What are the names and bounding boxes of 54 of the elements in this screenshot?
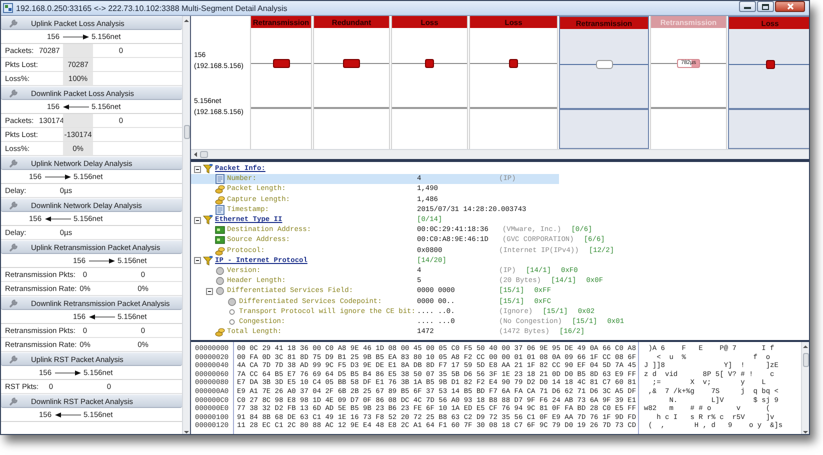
card-icon — [215, 225, 225, 236]
event-marker[interactable] — [272, 59, 290, 68]
wrench-icon — [9, 200, 19, 210]
scroll-left-icon[interactable] — [193, 151, 198, 158]
maximize-icon — [762, 4, 769, 10]
collapse-toggle[interactable] — [206, 288, 213, 295]
document-icon — [215, 204, 225, 215]
event-marker[interactable] — [509, 59, 518, 68]
ball-icon — [215, 266, 225, 276]
coins-icon — [215, 184, 225, 194]
funnel-icon — [203, 256, 213, 266]
vertical-scrollbar[interactable] — [801, 342, 809, 434]
close-button[interactable] — [775, 1, 805, 12]
event-marker[interactable] — [596, 60, 612, 69]
ball-icon — [215, 276, 225, 286]
coins-icon — [215, 246, 225, 256]
funnel-icon — [203, 215, 213, 226]
event-marker[interactable] — [343, 59, 360, 68]
ball-icon — [227, 296, 237, 307]
scroll-up-icon[interactable] — [802, 344, 809, 350]
card-icon — [215, 235, 225, 246]
scroll-up-icon[interactable] — [183, 18, 190, 24]
wrench-icon — [9, 158, 19, 168]
scrollbar-thumb[interactable] — [802, 353, 808, 367]
vertical-scrollbar[interactable] — [182, 16, 190, 434]
window-title: 192.168.0.250:33165 <-> 222.73.10.102:3388 Multi-Segment Detail Analysis — [16, 4, 288, 12]
event-marker[interactable] — [766, 60, 774, 69]
wrench-icon — [9, 242, 19, 252]
funnel-icon — [203, 164, 213, 174]
wrench-icon — [9, 88, 19, 98]
event-marker[interactable] — [425, 59, 434, 68]
scroll-down-icon[interactable] — [183, 428, 190, 434]
collapse-toggle[interactable] — [194, 216, 201, 224]
maximize-button[interactable] — [757, 1, 774, 12]
collapse-toggle[interactable] — [194, 257, 201, 264]
document-icon — [215, 174, 225, 184]
coins-icon — [215, 194, 225, 205]
close-icon — [786, 3, 794, 10]
collapse-toggle[interactable] — [194, 166, 201, 173]
minimize-button[interactable] — [739, 1, 756, 12]
horizontal-scrollbar[interactable] — [191, 149, 809, 159]
ball-icon — [215, 286, 225, 296]
app-icon — [3, 3, 13, 13]
minimize-icon — [744, 4, 751, 9]
wrench-icon — [9, 298, 19, 308]
scrollbar-thumb[interactable] — [200, 151, 208, 158]
wrench-icon — [9, 396, 19, 406]
scroll-down-icon[interactable] — [802, 428, 809, 434]
wrench-icon — [9, 18, 19, 28]
scrollbar-thumb[interactable] — [184, 125, 190, 139]
coins-icon — [215, 327, 225, 338]
circle-icon — [227, 316, 237, 327]
circle-icon — [227, 306, 237, 317]
wrench-icon — [9, 354, 19, 364]
